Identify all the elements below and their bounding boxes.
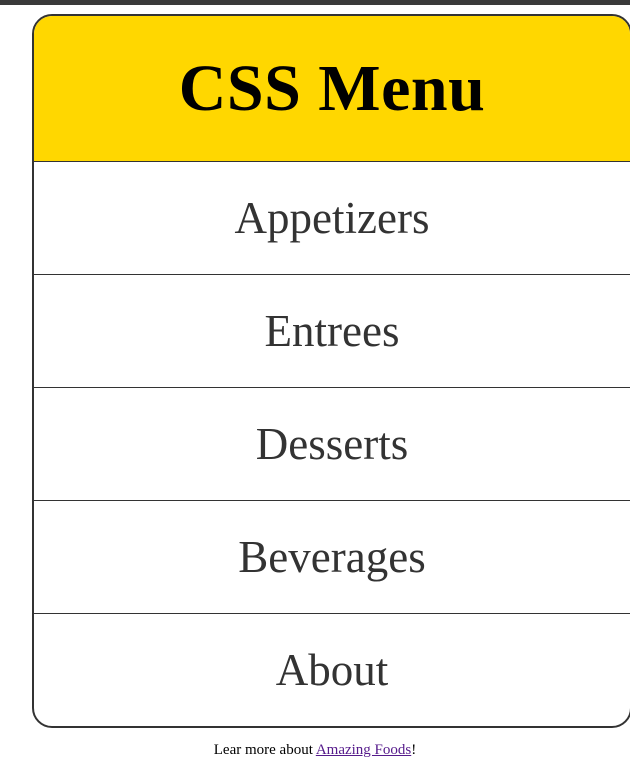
menu-item-beverages[interactable]: Beverages [34,501,630,614]
top-strip [0,0,630,5]
menu-header: CSS Menu [34,16,630,162]
menu-item-label: Desserts [255,419,409,469]
amazing-foods-link[interactable]: Amazing Foods [316,742,411,758]
menu-item-label: About [275,645,389,695]
menu-item-label: Entrees [264,306,400,356]
menu-item-label: Appetizers [234,193,430,243]
menu-list: Appetizers Entrees Desserts Beverages Ab… [34,162,630,726]
menu-item-label: Beverages [238,532,426,582]
footer-suffix: ! [411,742,417,758]
menu-title: CSS Menu [178,51,486,125]
menu-item-desserts[interactable]: Desserts [34,388,630,501]
footer: Lear more about Amazing Foods! [0,742,630,759]
menu-item-about[interactable]: About [34,614,630,726]
menu-item-entrees[interactable]: Entrees [34,275,630,388]
menu-card: CSS Menu Appetizers Entrees Desserts Bev… [32,14,630,728]
footer-prefix: Lear more about [213,742,316,758]
menu-item-appetizers[interactable]: Appetizers [34,162,630,275]
